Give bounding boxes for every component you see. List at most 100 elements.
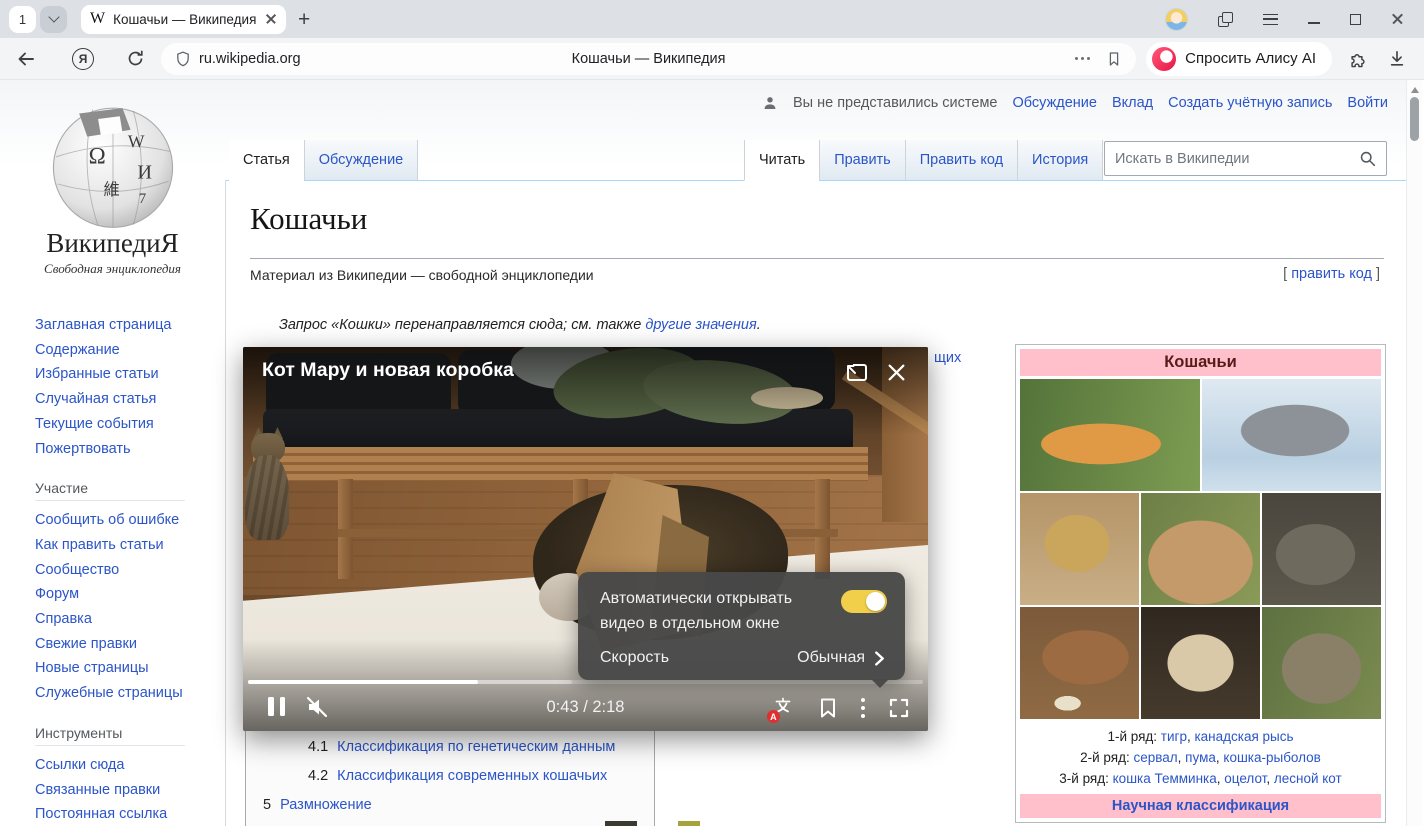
wiki-tab-править-код[interactable]: Править код — [905, 140, 1017, 181]
video-progress-bar[interactable] — [248, 680, 923, 684]
sidebar-link-текущие-события[interactable]: Текущие события — [35, 416, 154, 432]
search-input[interactable]: Искать в Википедии — [1115, 151, 1359, 167]
yandex-button[interactable]: Я — [72, 48, 94, 70]
link-вклад[interactable]: Вклад — [1112, 95, 1153, 111]
tab-counter-button[interactable]: 1 — [9, 6, 36, 33]
photo-temminck-cat[interactable] — [1020, 607, 1139, 719]
sidebar-link-новые-страницы[interactable]: Новые страницы — [35, 660, 149, 676]
new-tab-button[interactable]: + — [298, 9, 310, 30]
infobox-caption-row: 2-й ряд: сервал, пума, кошка-рыболов — [1020, 747, 1381, 768]
photo-serval[interactable] — [1020, 493, 1139, 605]
downloads-icon[interactable] — [1388, 49, 1406, 68]
taxobox-section-header: Научная классификация — [1020, 794, 1381, 818]
tab-close-icon[interactable] — [265, 13, 277, 25]
wiki-tab-обсуждение[interactable]: Обсуждение — [304, 140, 418, 181]
sidebar-link-связанные-правки[interactable]: Связанные правки — [35, 782, 160, 798]
mute-icon[interactable] — [305, 695, 329, 724]
sidebar-link-служебные-страницы[interactable]: Служебные страницы — [35, 685, 183, 701]
sidebar-link-форум[interactable]: Форум — [35, 586, 79, 602]
infobox-link-кошка-рыболов[interactable]: кошка-рыболов — [1223, 750, 1320, 765]
close-window-button[interactable] — [1391, 13, 1404, 26]
wikipedia-globe-logo[interactable]: Ω W И 維 7 — [37, 100, 189, 230]
photo-tiger[interactable] — [1020, 379, 1200, 491]
video-time: 0:43 / 2:18 — [547, 698, 625, 717]
wiki-tab-статья[interactable]: Статья — [229, 140, 304, 181]
search-icon[interactable] — [1359, 150, 1376, 167]
back-button[interactable] — [16, 49, 36, 69]
sidebar-link-сообщество[interactable]: Сообщество — [35, 562, 119, 578]
classification-link[interactable]: Научная классификация — [1112, 798, 1289, 814]
infobox-link-оцелот[interactable]: оцелот — [1224, 771, 1266, 786]
auto-open-toggle[interactable] — [841, 590, 887, 613]
infobox-link-сервал[interactable]: сервал — [1133, 750, 1177, 765]
sidebar-link-пожертвовать[interactable]: Пожертвовать — [35, 441, 131, 457]
maximize-button[interactable] — [1350, 14, 1361, 25]
toc-link-классификация-по-генетическим-данным[interactable]: Классификация по генетическим данным — [337, 739, 615, 755]
wiki-tab-читать[interactable]: Читать — [744, 140, 819, 181]
video-player[interactable]: Кот Мару и новая коробка 0:43 / 2:18 A — [243, 347, 928, 731]
minimize-button[interactable] — [1308, 22, 1320, 24]
video-close-icon[interactable] — [886, 362, 907, 388]
bookmark-icon[interactable] — [1106, 50, 1122, 68]
menu-icon[interactable] — [1263, 14, 1278, 25]
sidebar-link-как-править-статьи[interactable]: Как править статьи — [35, 537, 164, 553]
photo-fishing-cat[interactable] — [1262, 493, 1381, 605]
sidebar-link-сообщить-об-ошибке[interactable]: Сообщить об ошибке — [35, 512, 179, 528]
tab-list-button[interactable] — [40, 6, 67, 33]
infobox-link-тигр[interactable]: тигр — [1161, 729, 1187, 744]
edit-code-link[interactable]: править код — [1291, 266, 1372, 282]
fullscreen-icon[interactable] — [888, 697, 910, 719]
sidebar-link-избранные-статьи[interactable]: Избранные статьи — [35, 366, 159, 382]
toc-link-классификация-современных-кошачьих[interactable]: Классификация современных кошачьих — [337, 768, 607, 784]
more-options-icon[interactable] — [859, 696, 867, 720]
link-обсуждение[interactable]: Обсуждение — [1012, 95, 1096, 111]
extensions-icon[interactable] — [1348, 49, 1368, 69]
infobox-caption-row: 3-й ряд: кошка Темминка, оцелот, лесной … — [1020, 768, 1381, 789]
picture-in-picture-icon[interactable] — [844, 362, 868, 389]
translate-badge: A — [767, 710, 780, 723]
article-text-fragment[interactable]: щих — [934, 350, 961, 366]
tab-groups-icon[interactable] — [1218, 12, 1233, 27]
page-scrollbar[interactable] — [1406, 80, 1422, 826]
link-войти[interactable]: Войти — [1347, 95, 1388, 111]
more-actions-icon[interactable] — [1075, 57, 1091, 60]
login-notice: Вы не представились системе — [793, 95, 998, 111]
address-bar[interactable]: ru.wikipedia.org Кошачьи — Википедия — [161, 43, 1136, 75]
sidebar-link-свежие-правки[interactable]: Свежие правки — [35, 636, 137, 652]
search-box[interactable]: Искать в Википедии — [1104, 141, 1387, 176]
infobox-link-пума[interactable]: пума — [1185, 750, 1216, 765]
infobox-link-кошка-темминка[interactable]: кошка Темминка — [1113, 771, 1217, 786]
sidebar-link-случайная-статья[interactable]: Случайная статья — [35, 391, 156, 407]
photo-canada-lynx[interactable] — [1202, 379, 1382, 491]
alice-avatar-icon[interactable] — [1165, 8, 1188, 31]
reload-button[interactable] — [126, 49, 145, 68]
photo-wildcat[interactable] — [1262, 607, 1381, 719]
tab-title: Кошачьи — Википедия — [113, 12, 257, 27]
sidebar-link-содержание[interactable]: Содержание — [35, 342, 120, 358]
save-bookmark-icon[interactable] — [818, 697, 838, 719]
infobox-link-лесной-кот[interactable]: лесной кот — [1274, 771, 1342, 786]
wiki-tab-история[interactable]: История — [1017, 140, 1103, 181]
browser-tab[interactable]: W Кошачьи — Википедия — [81, 5, 286, 34]
scrollbar-up-arrow[interactable] — [1411, 87, 1419, 93]
view-tabs: ЧитатьПравитьПравить кодИстория — [744, 140, 1103, 181]
toc-link-размножение[interactable]: Размножение — [280, 797, 372, 813]
sidebar-link-заглавная-страница[interactable]: Заглавная страница — [35, 317, 171, 333]
sidebar-link-ссылки-сюда[interactable]: Ссылки сюда — [35, 757, 124, 773]
photo-ocelot[interactable] — [1141, 607, 1260, 719]
translate-icon[interactable]: A — [771, 695, 797, 721]
speed-selector[interactable]: Обычная — [797, 649, 885, 667]
redirect-link[interactable]: другие значения — [645, 317, 756, 333]
infobox-link-канадская-рысь[interactable]: канадская рысь — [1194, 729, 1293, 744]
pause-button[interactable] — [268, 697, 285, 716]
link-создать-учётную-запись[interactable]: Создать учётную запись — [1168, 95, 1332, 111]
sidebar-link-справка[interactable]: Справка — [35, 611, 92, 627]
browser-toolbar: Я ru.wikipedia.org Кошачьи — Википедия С… — [0, 38, 1424, 80]
scrollbar-thumb[interactable] — [1410, 97, 1419, 141]
image-sliver — [678, 821, 700, 826]
sidebar-link-постоянная-ссылка[interactable]: Постоянная ссылка — [35, 806, 167, 822]
photo-puma[interactable] — [1141, 493, 1260, 605]
shield-icon[interactable] — [175, 50, 191, 68]
ask-alice-button[interactable]: Спросить Алису AI — [1146, 42, 1332, 76]
wiki-tab-править[interactable]: Править — [819, 140, 905, 181]
